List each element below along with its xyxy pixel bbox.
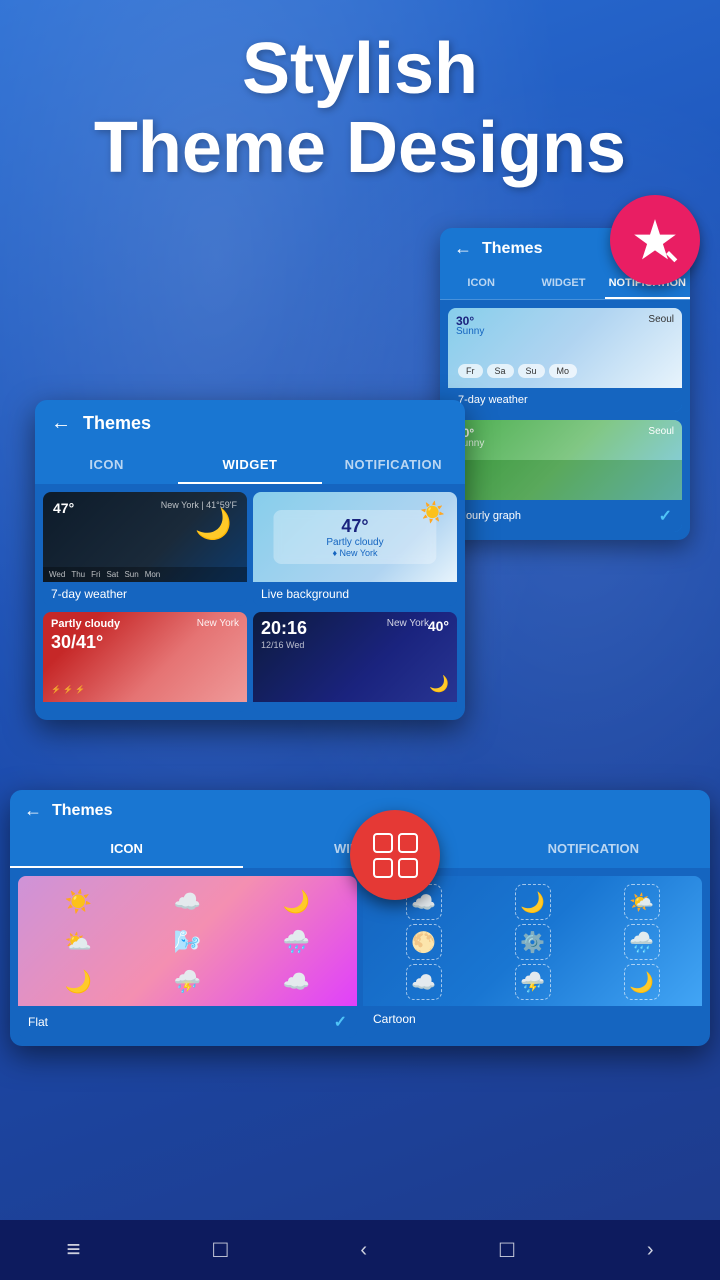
tab-notification-mid[interactable]: NOTIFICATION [322, 447, 465, 484]
star-wand-icon [630, 215, 680, 265]
cartoon-icon-moon: 🌙 [515, 884, 551, 920]
flat-icon-partly: ⛅ [61, 924, 97, 960]
tab-icon-bottom[interactable]: ICON [10, 831, 243, 868]
theme-thumb-night[interactable]: 20:16 12/16 Wed 40° New York 🌙 [253, 612, 457, 712]
mid-card-header: ← Themes [35, 400, 465, 447]
title-line1: Stylish [0, 30, 720, 109]
weather-preview-sky: 30° Sunny Seoul Fr Sa Su Mo [448, 308, 682, 388]
cartoon-icon-night: 🌙 [624, 964, 660, 1000]
flat-label: Flat ✓ [18, 1006, 357, 1038]
back-card-title: Themes [482, 240, 542, 258]
theme-thumb-purple[interactable]: Partly cloudy 30/41° New York ⚡ ⚡ ⚡ [43, 612, 247, 712]
icon-pack-cartoon[interactable]: ☁️ 🌙 🌤️ 🌕 ⚙️ 🌧️ ☁️ ⛈️ 🌙 Cartoon [363, 876, 702, 1038]
nav-forward-icon[interactable]: › [647, 1239, 654, 1262]
weather-item-hourly[interactable]: 30° Sunny Seoul Hourly graph ✓ [448, 420, 682, 532]
fab-dot-3 [373, 858, 393, 878]
flat-icon-cloud2: ☁️ [279, 964, 315, 1000]
nav-square-icon[interactable]: □ [500, 1236, 515, 1264]
cartoon-icon-full-moon: 🌕 [406, 924, 442, 960]
theme-preview-dark: 47° New York | 41°59'F Wed Thu Fri Sat S… [43, 492, 247, 582]
theme-preview-glass: 47° Partly cloudy ♦ New York ☀️ [253, 492, 457, 582]
featured-badge[interactable] [610, 195, 700, 285]
mid-card-title: Themes [83, 413, 151, 434]
tab-icon-mid[interactable]: ICON [35, 447, 178, 484]
flat-icon-moon2: 🌙 [61, 964, 97, 1000]
flat-preview: ☀️ ☁️ 🌙 ⛅ 🌬️ 🌧️ 🌙 ⛈️ ☁️ [18, 876, 357, 1006]
flat-checkmark: ✓ [334, 1012, 347, 1032]
theme-preview-purple: Partly cloudy 30/41° New York ⚡ ⚡ ⚡ [43, 612, 247, 702]
theme-label-7day: 7-day weather [43, 582, 247, 606]
cartoon-icon-partly: 🌤️ [624, 884, 660, 920]
tab-widget-back[interactable]: WIDGET [522, 269, 604, 299]
back-arrow-icon[interactable]: ← [454, 238, 472, 259]
mid-card-tabs: ICON WIDGET NOTIFICATION [35, 447, 465, 484]
flat-icon-rain: 🌧️ [279, 924, 315, 960]
cartoon-label: Cartoon [363, 1006, 702, 1032]
cartoon-icon-thunder: ⛈️ [515, 964, 551, 1000]
icon-pack-flat[interactable]: ☀️ ☁️ 🌙 ⛅ 🌬️ 🌧️ 🌙 ⛈️ ☁️ Flat ✓ [18, 876, 357, 1038]
fab-grid-button[interactable] [350, 810, 440, 900]
title-line2: Theme Designs [0, 109, 720, 188]
fab-dot-1 [373, 833, 393, 853]
nav-back-icon[interactable]: ‹ [360, 1239, 367, 1262]
mid-back-arrow[interactable]: ← [51, 412, 71, 435]
weather-label-hourly: Hourly graph ✓ [448, 500, 682, 532]
fab-dot-4 [398, 858, 418, 878]
weather-label-7day: 7-day weather [448, 388, 682, 412]
nav-home-icon[interactable]: □ [213, 1236, 228, 1264]
cartoon-icon-gear: ⚙️ [515, 924, 551, 960]
flat-icon-sun: ☀️ [61, 884, 97, 920]
cartoon-icon-cloud2: ☁️ [406, 964, 442, 1000]
icon-packs-grid: ☀️ ☁️ 🌙 ⛅ 🌬️ 🌧️ 🌙 ⛈️ ☁️ Flat ✓ ☁️ 🌙 🌤️ [10, 868, 710, 1046]
themes-grid: 47° New York | 41°59'F Wed Thu Fri Sat S… [35, 484, 465, 720]
theme-thumb-7day-dark[interactable]: 47° New York | 41°59'F Wed Thu Fri Sat S… [43, 492, 247, 606]
flat-icon-wind: 🌬️ [170, 924, 206, 960]
nav-menu-icon[interactable]: ≡ [66, 1236, 80, 1264]
mid-themes-card: ← Themes ICON WIDGET NOTIFICATION 47° Ne… [35, 400, 465, 720]
weather-item-7day[interactable]: 30° Sunny Seoul Fr Sa Su Mo 7-day weathe… [448, 308, 682, 412]
fab-grid-icon [368, 828, 423, 883]
theme-label-night [253, 702, 457, 712]
tab-notification-bottom[interactable]: NOTIFICATION [477, 831, 710, 868]
flat-icon-thunder: ⛈️ [170, 964, 206, 1000]
tab-icon-back[interactable]: ICON [440, 269, 522, 299]
cartoon-icon-rain: 🌧️ [624, 924, 660, 960]
theme-preview-night: 20:16 12/16 Wed 40° New York 🌙 [253, 612, 457, 702]
theme-label-purple [43, 702, 247, 712]
flat-icon-cloud: ☁️ [170, 884, 206, 920]
header-title: Stylish Theme Designs [0, 30, 720, 188]
fab-dot-2 [398, 833, 418, 853]
flat-icon-moon: 🌙 [279, 884, 315, 920]
tab-widget-mid[interactable]: WIDGET [178, 447, 321, 484]
bottom-back-arrow[interactable]: ← [24, 800, 42, 821]
navigation-bar: ≡ □ ‹ □ › [0, 1220, 720, 1280]
hourly-checkmark: ✓ [659, 506, 672, 526]
theme-thumb-live-bg[interactable]: 47° Partly cloudy ♦ New York ☀️ Live bac… [253, 492, 457, 606]
theme-label-live-bg: Live background [253, 582, 457, 606]
bottom-card-title: Themes [52, 802, 112, 820]
weather-preview-green: 30° Sunny Seoul [448, 420, 682, 500]
